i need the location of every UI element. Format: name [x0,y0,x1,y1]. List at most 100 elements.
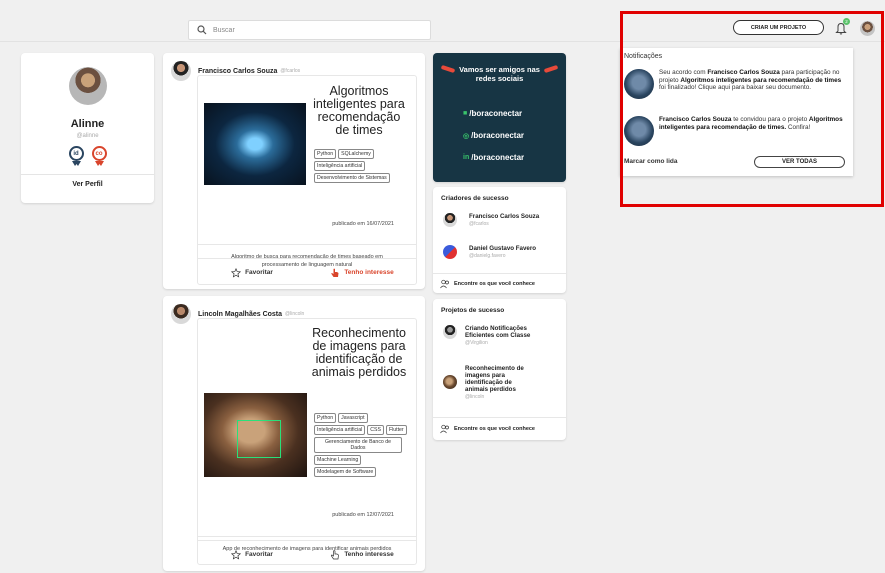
creator-item[interactable]: Francisco Carlos Souza @fcarlos [443,213,561,227]
notification-item[interactable]: Seu acordo com Francisco Carlos Souza pa… [624,69,847,99]
profile-handle: @alinne [76,133,99,139]
favorite-button[interactable]: Favoritar [197,549,307,560]
creators-card: Criadores de sucesso Francisco Carlos So… [433,187,566,293]
profile-name: Alinne [70,118,105,130]
find-people-label: Encontre os que você conhece [454,281,535,287]
tag[interactable]: Inteligência artificial [314,425,366,435]
projects-card: Projetos de sucesso Criando Notificações… [433,299,566,440]
interest-button[interactable]: Tenho interesse [307,268,417,278]
interest-label: Tenho interesse [344,269,394,276]
social-card: Vamos ser amigos nas redes sociais ■/bor… [433,53,566,182]
detection-box [237,420,281,458]
co-badge-icon: co [91,146,107,166]
instagram-link[interactable]: ◎/boraconectar [463,131,524,140]
tag-list: Python Javascript Inteligência artificia… [314,413,412,477]
project-item[interactable]: Reconhecimento de imagens para identific… [443,365,557,400]
projects-title: Projetos de sucesso [441,307,505,314]
text-bold: Francisco Carlos Souza [659,116,732,123]
badge-label: co [91,146,107,161]
text-bold: Francisco Carlos Souza [707,69,780,76]
notification-item[interactable]: Francisco Carlos Souza te convidou para … [624,116,847,146]
tag[interactable]: Python [314,413,337,423]
author-avatar[interactable] [171,304,191,324]
tag[interactable]: CSS [367,425,384,435]
divider [433,417,566,418]
user-avatar[interactable] [860,21,875,36]
text-bold: Algoritmos inteligentes para recomendaçã… [680,76,842,84]
interest-button[interactable]: Tenho interesse [307,549,417,560]
creator-name: Daniel Gustavo Favero [469,245,537,252]
notification-count-badge: 2 [843,18,850,25]
find-people-label: Encontre os que você conhece [454,426,535,432]
id-badge-icon: id [68,146,84,166]
linkedin-link[interactable]: in/boraconectar [463,153,524,162]
notification-text: Seu acordo com Francisco Carlos Souza pa… [659,69,847,99]
tag-list: Python SQLalchemy Inteligência artificia… [314,149,412,183]
mark-as-read-link[interactable]: Marcar como lida [624,158,677,165]
social-link-label: /boraconectar [471,153,525,162]
post-card: Lincoln Magalhães Costa @lincoln Reconhe… [163,296,425,571]
project-image [204,103,306,185]
creator-avatar [443,245,457,259]
people-icon [440,424,449,434]
social-link-label: /boraconectar [471,131,525,140]
notifications-dropdown: Notificações Seu acordo com Francisco Ca… [620,48,853,176]
text-part: foi finalizado! Clique aqui para baixar … [659,84,812,91]
hand-pointer-icon [331,268,339,277]
post-actions: Favoritar Tenho interesse [197,258,417,286]
project-image [204,393,307,477]
divider [21,174,154,175]
tag[interactable]: Flutter [385,425,407,435]
project-name: Reconhecimento de imagens para identific… [465,365,524,393]
search-bar[interactable] [188,20,431,40]
hand-pointer-icon [331,549,340,559]
notification-text: Francisco Carlos Souza te convidou para … [659,116,847,146]
tag[interactable]: Machine Learning [314,455,362,465]
creator-handle: @danielg.favero [469,253,506,259]
project-card[interactable]: Reconhecimento de imagens para identific… [197,318,417,565]
tag[interactable]: Inteligência artificial [314,161,366,171]
badge-label: id [68,146,84,161]
search-icon [197,25,207,35]
creator-item[interactable]: Daniel Gustavo Favero @danielg.favero [443,245,561,259]
publish-date: publicado em 16/07/2021 [332,221,394,227]
author-name[interactable]: Lincoln Magalhães Costa [198,311,282,318]
project-item[interactable]: Criando Notificações Eficientes com Clas… [443,325,557,346]
author-avatar[interactable] [171,61,191,81]
favorite-button[interactable]: Favoritar [197,267,307,278]
favorite-label: Favoritar [245,269,273,276]
create-project-button[interactable]: CRIAR UM PROJETO [733,20,824,35]
author-name[interactable]: Francisco Carlos Souza [198,68,277,75]
project-card[interactable]: Algoritmos inteligentes para recomendaçã… [197,75,417,285]
project-avatar [443,375,457,389]
tag[interactable]: Modelagem de Software [314,467,377,477]
project-title[interactable]: Algoritmos inteligentes para recomendaçã… [310,85,408,137]
people-icon [440,279,449,289]
interest-label: Tenho interesse [344,551,394,558]
favorite-label: Favoritar [245,551,273,558]
project-name: Criando Notificações Eficientes com Clas… [465,325,531,339]
project-avatar [443,325,457,339]
tag[interactable]: Python [314,149,337,159]
facebook-icon: ■ [463,110,468,117]
find-people-link[interactable]: Encontre os que você conhece [440,279,535,289]
project-handle: @lincoln [465,394,485,400]
creator-name: Francisco Carlos Souza [469,213,540,220]
tag[interactable]: Gerenciamento de Banco de Dados [314,437,402,453]
see-all-button[interactable]: VER TODAS [754,156,845,168]
profile-card: Alinne @alinne id co Ver Perfil [21,53,154,203]
view-profile-link[interactable]: Ver Perfil [21,181,154,188]
tag[interactable]: Desenvolvimento de Sistemas [314,173,390,183]
social-link-label: /boraconectar [469,109,523,118]
social-title: Vamos ser amigos nas redes sociais [459,65,540,83]
text-part: te convidou para o projeto [731,116,809,123]
notification-avatar [624,69,654,99]
tag[interactable]: Javascript [338,413,368,423]
tag[interactable]: SQLalchemy [338,149,374,159]
search-input[interactable] [213,26,413,34]
facebook-link[interactable]: ■/boraconectar [463,109,522,118]
project-title[interactable]: Reconhecimento de imagens para identific… [310,327,408,379]
find-people-link[interactable]: Encontre os que você conhece [440,424,535,434]
author-handle: @fcarlos [280,68,301,74]
linkedin-icon: in [463,154,470,161]
